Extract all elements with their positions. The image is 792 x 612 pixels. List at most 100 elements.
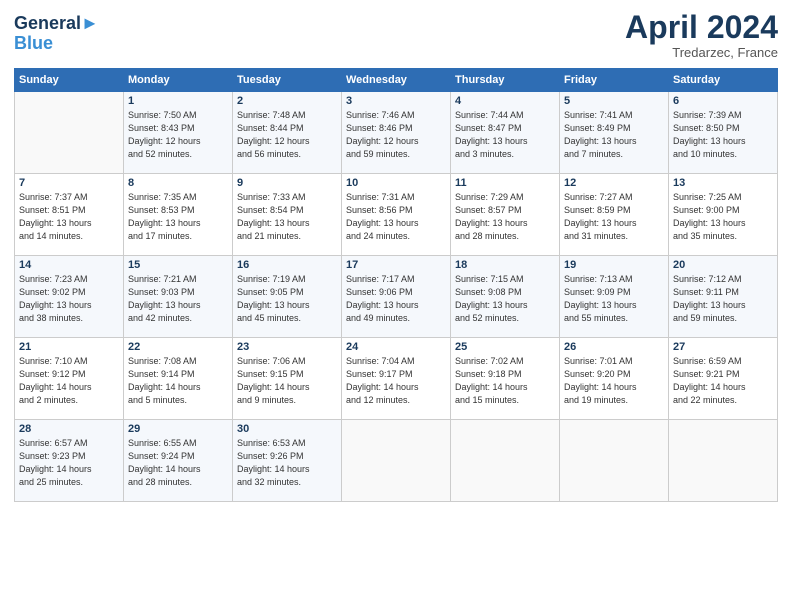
header: General► Blue April 2024 Tredarzec, Fran… [14,10,778,60]
day-number: 20 [673,259,773,271]
week-row-3: 14 Sunrise: 7:23 AM Sunset: 9:02 PM Dayli… [15,256,778,338]
col-header-sunday: Sunday [15,69,124,92]
title-area: April 2024 Tredarzec, France [625,10,778,60]
week-row-5: 28 Sunrise: 6:57 AM Sunset: 9:23 PM Dayli… [15,420,778,502]
day-cell: 4Sunrise: 7:44 AM Sunset: 8:47 PM Daylig… [451,92,560,174]
day-cell: 10 Sunrise: 7:31 AM Sunset: 8:56 PM Dayli… [342,174,451,256]
day-info: Sunrise: 7:27 AM Sunset: 8:59 PM Dayligh… [564,191,664,243]
day-info: Sunrise: 6:55 AM Sunset: 9:24 PM Dayligh… [128,437,228,489]
day-cell: 3Sunrise: 7:46 AM Sunset: 8:46 PM Daylig… [342,92,451,174]
day-number: 30 [237,423,337,435]
day-cell: 15 Sunrise: 7:21 AM Sunset: 9:03 PM Dayli… [124,256,233,338]
header-row: SundayMondayTuesdayWednesdayThursdayFrid… [15,69,778,92]
day-cell [451,420,560,502]
day-info: Sunrise: 7:12 AM Sunset: 9:11 PM Dayligh… [673,273,773,325]
day-cell: 27Sunrise: 6:59 AM Sunset: 9:21 PM Dayli… [669,338,778,420]
day-cell: 8 Sunrise: 7:35 AM Sunset: 8:53 PM Daylig… [124,174,233,256]
day-info: Sunrise: 7:35 AM Sunset: 8:53 PM Dayligh… [128,191,228,243]
day-cell: 20 Sunrise: 7:12 AM Sunset: 9:11 PM Dayli… [669,256,778,338]
day-cell: 9 Sunrise: 7:33 AM Sunset: 8:54 PM Daylig… [233,174,342,256]
day-number: 3 [346,95,446,107]
day-cell: 30 Sunrise: 6:53 AM Sunset: 9:26 PM Dayli… [233,420,342,502]
day-info: Sunrise: 7:31 AM Sunset: 8:56 PM Dayligh… [346,191,446,243]
day-info: Sunrise: 7:15 AM Sunset: 9:08 PM Dayligh… [455,273,555,325]
day-cell: 14 Sunrise: 7:23 AM Sunset: 9:02 PM Dayli… [15,256,124,338]
location-subtitle: Tredarzec, France [625,45,778,60]
day-info: Sunrise: 7:33 AM Sunset: 8:54 PM Dayligh… [237,191,337,243]
day-number: 16 [237,259,337,271]
day-cell: 24Sunrise: 7:04 AM Sunset: 9:17 PM Dayli… [342,338,451,420]
day-info: Sunrise: 7:06 AM Sunset: 9:15 PM Dayligh… [237,355,337,407]
day-info: Sunrise: 7:19 AM Sunset: 9:05 PM Dayligh… [237,273,337,325]
calendar-table: SundayMondayTuesdayWednesdayThursdayFrid… [14,68,778,502]
day-number: 21 [19,341,119,353]
logo-text: General► [14,14,99,34]
day-number: 10 [346,177,446,189]
day-info: Sunrise: 7:50 AM Sunset: 8:43 PM Dayligh… [128,109,228,161]
day-info: Sunrise: 7:21 AM Sunset: 9:03 PM Dayligh… [128,273,228,325]
logo-blue: Blue [14,34,99,54]
day-info: Sunrise: 7:01 AM Sunset: 9:20 PM Dayligh… [564,355,664,407]
day-info: Sunrise: 7:02 AM Sunset: 9:18 PM Dayligh… [455,355,555,407]
day-number: 4 [455,95,555,107]
day-number: 7 [19,177,119,189]
day-info: Sunrise: 7:41 AM Sunset: 8:49 PM Dayligh… [564,109,664,161]
day-number: 15 [128,259,228,271]
day-cell: 7 Sunrise: 7:37 AM Sunset: 8:51 PM Daylig… [15,174,124,256]
day-number: 1 [128,95,228,107]
day-cell: 29 Sunrise: 6:55 AM Sunset: 9:24 PM Dayli… [124,420,233,502]
day-info: Sunrise: 7:25 AM Sunset: 9:00 PM Dayligh… [673,191,773,243]
day-cell [342,420,451,502]
day-number: 12 [564,177,664,189]
col-header-tuesday: Tuesday [233,69,342,92]
day-cell: 1 Sunrise: 7:50 AM Sunset: 8:43 PM Daylig… [124,92,233,174]
logo: General► Blue [14,14,99,54]
day-number: 19 [564,259,664,271]
day-cell: 18 Sunrise: 7:15 AM Sunset: 9:08 PM Dayli… [451,256,560,338]
day-info: Sunrise: 7:23 AM Sunset: 9:02 PM Dayligh… [19,273,119,325]
day-cell: 23 Sunrise: 7:06 AM Sunset: 9:15 PM Dayli… [233,338,342,420]
day-number: 18 [455,259,555,271]
week-row-1: 1 Sunrise: 7:50 AM Sunset: 8:43 PM Daylig… [15,92,778,174]
day-number: 13 [673,177,773,189]
day-number: 23 [237,341,337,353]
col-header-thursday: Thursday [451,69,560,92]
day-cell: 17Sunrise: 7:17 AM Sunset: 9:06 PM Dayli… [342,256,451,338]
col-header-friday: Friday [560,69,669,92]
day-number: 24 [346,341,446,353]
day-number: 14 [19,259,119,271]
day-number: 25 [455,341,555,353]
day-number: 28 [19,423,119,435]
day-cell: 12 Sunrise: 7:27 AM Sunset: 8:59 PM Dayli… [560,174,669,256]
day-number: 2 [237,95,337,107]
day-info: Sunrise: 7:10 AM Sunset: 9:12 PM Dayligh… [19,355,119,407]
day-cell: 6 Sunrise: 7:39 AM Sunset: 8:50 PM Daylig… [669,92,778,174]
day-cell: 11Sunrise: 7:29 AM Sunset: 8:57 PM Dayli… [451,174,560,256]
day-cell: 26 Sunrise: 7:01 AM Sunset: 9:20 PM Dayli… [560,338,669,420]
day-cell: 22Sunrise: 7:08 AM Sunset: 9:14 PM Dayli… [124,338,233,420]
month-title: April 2024 [625,10,778,45]
day-cell [669,420,778,502]
day-info: Sunrise: 7:17 AM Sunset: 9:06 PM Dayligh… [346,273,446,325]
day-info: Sunrise: 7:48 AM Sunset: 8:44 PM Dayligh… [237,109,337,161]
day-cell: 5 Sunrise: 7:41 AM Sunset: 8:49 PM Daylig… [560,92,669,174]
day-number: 26 [564,341,664,353]
day-cell: 2 Sunrise: 7:48 AM Sunset: 8:44 PM Daylig… [233,92,342,174]
day-info: Sunrise: 6:57 AM Sunset: 9:23 PM Dayligh… [19,437,119,489]
day-number: 9 [237,177,337,189]
day-number: 8 [128,177,228,189]
day-cell: 13 Sunrise: 7:25 AM Sunset: 9:00 PM Dayli… [669,174,778,256]
day-number: 11 [455,177,555,189]
day-number: 5 [564,95,664,107]
day-info: Sunrise: 7:37 AM Sunset: 8:51 PM Dayligh… [19,191,119,243]
day-info: Sunrise: 7:08 AM Sunset: 9:14 PM Dayligh… [128,355,228,407]
day-number: 29 [128,423,228,435]
col-header-monday: Monday [124,69,233,92]
day-info: Sunrise: 6:53 AM Sunset: 9:26 PM Dayligh… [237,437,337,489]
day-info: Sunrise: 7:39 AM Sunset: 8:50 PM Dayligh… [673,109,773,161]
day-number: 6 [673,95,773,107]
day-cell: 25 Sunrise: 7:02 AM Sunset: 9:18 PM Dayli… [451,338,560,420]
week-row-2: 7 Sunrise: 7:37 AM Sunset: 8:51 PM Daylig… [15,174,778,256]
day-cell: 21 Sunrise: 7:10 AM Sunset: 9:12 PM Dayli… [15,338,124,420]
week-row-4: 21 Sunrise: 7:10 AM Sunset: 9:12 PM Dayli… [15,338,778,420]
